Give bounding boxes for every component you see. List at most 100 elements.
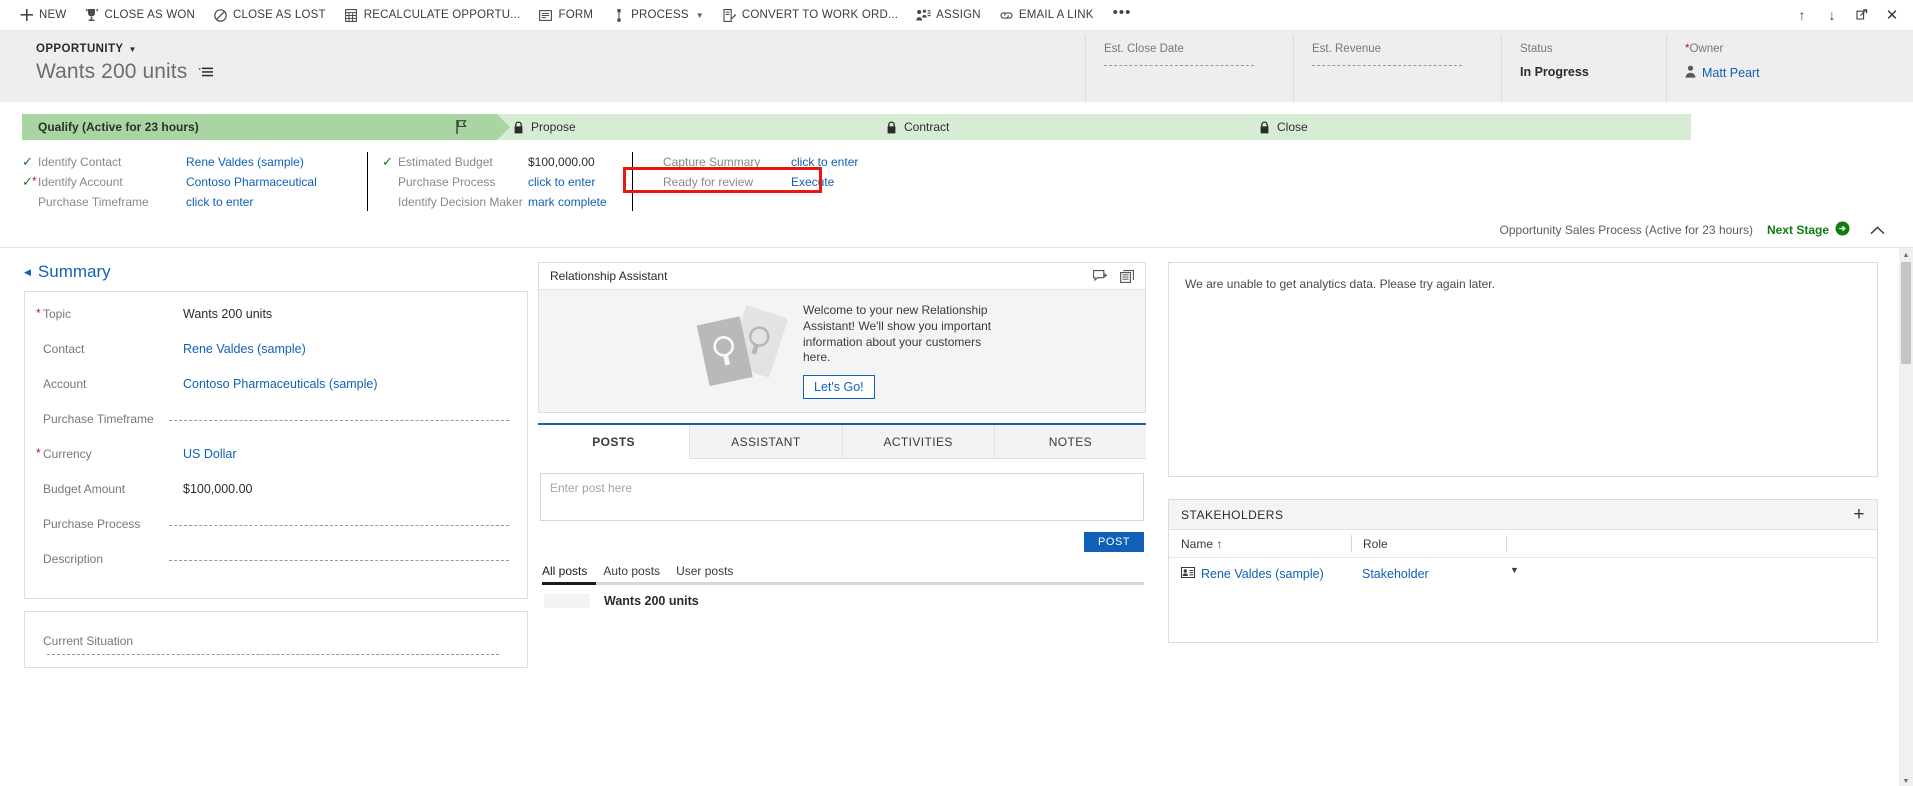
field-value[interactable]: Rene Valdes (sample) [183, 341, 509, 356]
command-process[interactable]: PROCESS ▼ [602, 0, 713, 31]
tab-activities[interactable]: ACTIVITIES [842, 425, 995, 459]
close-window-button[interactable]: ✕ [1877, 0, 1907, 31]
required-marker: * [36, 306, 41, 320]
check-icon: ✓ [382, 154, 393, 169]
owner-value[interactable]: Matt Peart [1685, 65, 1852, 81]
post-title: Wants 200 units [604, 594, 699, 608]
process-step-capture-summary[interactable]: Capture Summary click to enter [647, 152, 922, 171]
field-topic[interactable]: * Topic Wants 200 units [36, 306, 509, 341]
process-step-value[interactable]: Rene Valdes (sample) [186, 155, 304, 169]
process-stage-close[interactable]: Close [1243, 114, 1691, 140]
header-field-est-close-date[interactable]: Est. Close Date [1085, 35, 1293, 102]
process-stage-bar: Qualify (Active for 23 hours) Propose Co… [22, 114, 1891, 140]
process-step-purchase-timeframe[interactable]: Purchase Timeframe click to enter [22, 192, 357, 211]
field-label-wrap: * Currency [36, 446, 183, 461]
post-input[interactable]: Enter post here [540, 473, 1144, 521]
collapse-process-button[interactable] [1864, 225, 1885, 235]
relationship-assistant-message-wrap: Welcome to your new Relationship Assista… [803, 303, 993, 400]
field-value[interactable]: Wants 200 units [183, 306, 509, 321]
field-value[interactable] [169, 411, 509, 421]
process-step-estimated-budget[interactable]: ✓ Estimated Budget $100,000.00 [382, 152, 622, 171]
process-stage-propose[interactable]: Propose [497, 114, 883, 140]
field-purchase-timeframe[interactable]: Purchase Timeframe [43, 411, 509, 446]
command-recalculate-opportunity[interactable]: RECALCULATE OPPORTU... [335, 0, 530, 31]
filter-all-posts[interactable]: All posts [542, 564, 587, 582]
command-overflow-button[interactable]: ••• [1103, 5, 1142, 26]
command-convert-to-work-order[interactable]: CONVERT TO WORK ORD... [713, 0, 907, 31]
tab-assistant[interactable]: ASSISTANT [690, 425, 843, 459]
expand-card-icon[interactable] [1120, 269, 1135, 283]
command-close-as-won-label: CLOSE AS WON [104, 9, 196, 21]
add-stakeholder-button[interactable]: + [1853, 505, 1865, 524]
column-header-role[interactable]: Role [1351, 535, 1506, 552]
page-scrollbar[interactable]: ▲ ▼ [1899, 248, 1913, 786]
command-assign[interactable]: ASSIGN [907, 0, 990, 31]
execute-action-link[interactable]: Execute [791, 175, 834, 189]
table-row[interactable]: Rene Valdes (sample) Stakeholder ▼ [1169, 558, 1877, 590]
process-step-purchase-process[interactable]: Purchase Process click to enter [382, 172, 622, 191]
feedback-icon[interactable] [1093, 269, 1108, 283]
lock-icon [886, 121, 897, 134]
process-step-value[interactable]: click to enter [791, 155, 858, 169]
process-step-ready-for-review[interactable]: Ready for review Execute [647, 172, 922, 191]
field-description[interactable]: Description [43, 551, 509, 586]
flag-icon [456, 120, 467, 137]
tab-notes[interactable]: NOTES [994, 425, 1146, 459]
next-stage-button[interactable]: Next Stage [1767, 221, 1850, 239]
filter-user-posts[interactable]: User posts [676, 564, 733, 582]
command-close-as-lost[interactable]: CLOSE AS LOST [204, 0, 335, 31]
next-stage-label: Next Stage [1766, 223, 1829, 237]
process-step-value[interactable]: click to enter [528, 175, 595, 189]
cards-illustration-icon [691, 303, 789, 400]
stakeholder-role-cell[interactable]: Stakeholder [1351, 566, 1506, 583]
field-purchase-process[interactable]: Purchase Process [43, 516, 509, 551]
header-field-est-revenue[interactable]: Est. Revenue [1293, 35, 1501, 102]
field-value[interactable]: US Dollar [183, 446, 509, 461]
field-value[interactable]: Contoso Pharmaceuticals (sample) [183, 376, 509, 391]
process-step-value[interactable]: Contoso Pharmaceutical [186, 175, 317, 189]
process-stage-contract[interactable]: Contract [870, 114, 1256, 140]
scrollbar-thumb[interactable] [1901, 262, 1911, 364]
entity-type-selector[interactable]: OPPORTUNITY ▼ [36, 41, 137, 57]
scroll-up-arrow-icon[interactable]: ▲ [1899, 248, 1913, 262]
tab-posts[interactable]: POSTS [538, 425, 691, 459]
column-header-name[interactable]: Name ↑ [1169, 537, 1351, 551]
process-step-value[interactable]: $100,000.00 [528, 155, 595, 169]
process-stage-qualify[interactable]: Qualify (Active for 23 hours) [22, 114, 510, 140]
field-value[interactable] [169, 551, 509, 561]
analytics-card: We are unable to get analytics data. Ple… [1168, 262, 1878, 477]
summary-section-header[interactable]: ◀ Summary [24, 262, 528, 282]
process-step-identify-contact[interactable]: ✓ Identify Contact Rene Valdes (sample) [22, 152, 357, 171]
command-form[interactable]: FORM [529, 0, 602, 31]
field-value[interactable] [169, 516, 509, 526]
field-account[interactable]: Account Contoso Pharmaceuticals (sample) [43, 376, 509, 411]
command-email-a-link[interactable]: EMAIL A LINK [990, 0, 1103, 31]
post-list-item[interactable]: Wants 200 units [544, 594, 1144, 608]
previous-record-button[interactable]: ↑ [1787, 0, 1817, 31]
process-step-value[interactable]: click to enter [186, 195, 253, 209]
post-button[interactable]: POST [1084, 532, 1144, 552]
process-step-identify-decision-maker[interactable]: Identify Decision Maker mark complete [382, 192, 622, 211]
header-field-owner[interactable]: *Owner Matt Peart [1666, 35, 1866, 102]
command-email-a-link-label: EMAIL A LINK [1018, 9, 1094, 21]
scroll-down-arrow-icon[interactable]: ▼ [1899, 774, 1913, 786]
popout-button[interactable] [1847, 0, 1877, 31]
lets-go-button[interactable]: Let's Go! [803, 375, 875, 400]
command-new[interactable]: NEW [10, 0, 75, 31]
command-close-as-won[interactable]: CLOSE AS WON [75, 0, 204, 31]
field-contact[interactable]: Contact Rene Valdes (sample) [43, 341, 509, 376]
field-budget-amount[interactable]: Budget Amount $100,000.00 [43, 481, 509, 516]
process-step-identify-account[interactable]: ✓ * Identify Account Contoso Pharmaceutic… [22, 172, 357, 191]
field-value[interactable]: $100,000.00 [183, 481, 509, 496]
stakeholder-name-cell[interactable]: Rene Valdes (sample) [1169, 567, 1351, 581]
filter-auto-posts[interactable]: Auto posts [603, 564, 660, 582]
chevron-down-icon[interactable]: ▼ [1510, 565, 1519, 575]
user-icon [1685, 65, 1696, 81]
empty-value-dash[interactable] [47, 654, 499, 655]
process-step-value[interactable]: mark complete [528, 195, 607, 209]
next-record-button[interactable]: ↓ [1817, 0, 1847, 31]
field-currency[interactable]: * Currency US Dollar [36, 446, 509, 481]
process-step-label: Ready for review [663, 174, 754, 189]
record-set-icon[interactable] [197, 66, 214, 79]
up-arrow-icon: ↑ [1798, 7, 1806, 23]
